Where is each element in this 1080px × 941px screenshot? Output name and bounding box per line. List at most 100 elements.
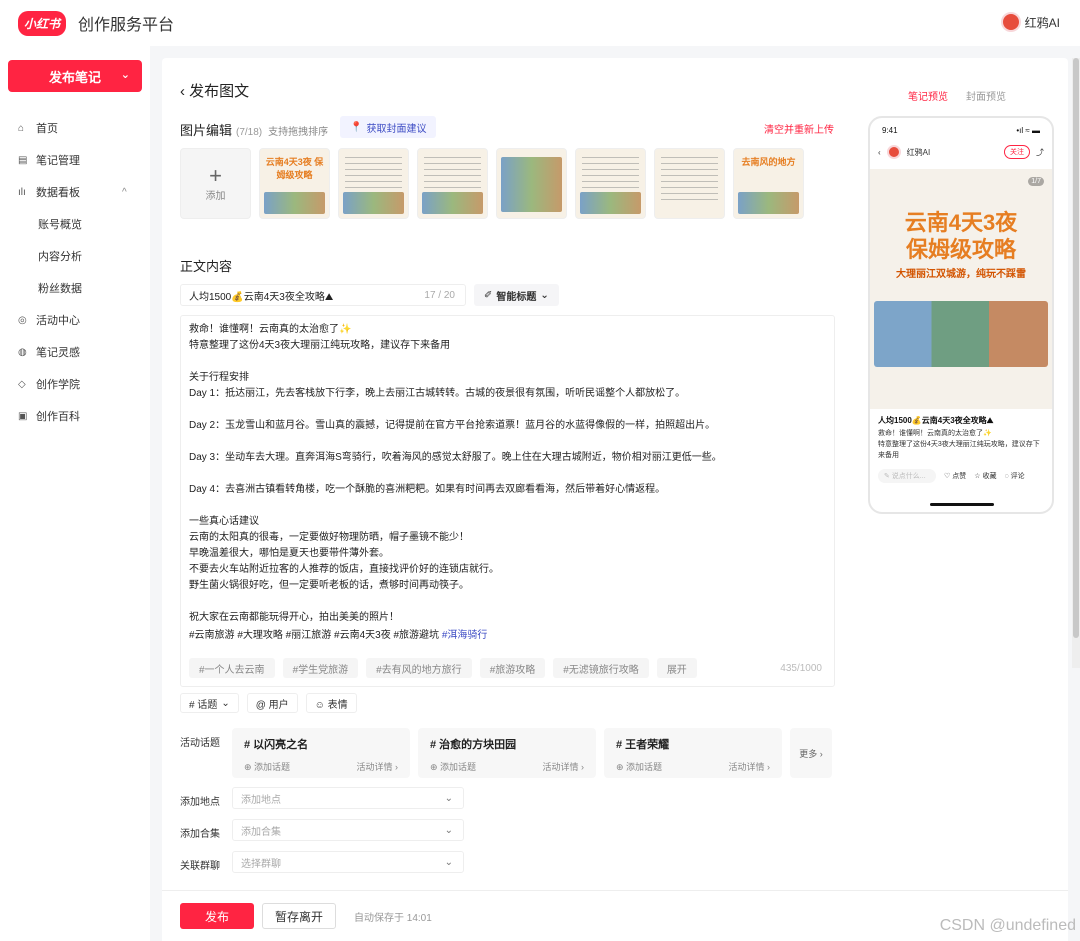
phone-account-name: 红鸦AI [906, 147, 931, 157]
chevron-left-icon: ‹ [180, 83, 190, 100]
sidebar-item-inspiration[interactable]: ◍ 笔记灵感 [0, 336, 150, 368]
back-button[interactable]: ‹ 发布图文 [180, 80, 249, 101]
sidebar-item-label: 笔记灵感 [36, 347, 80, 359]
publish-button[interactable]: 发布 [180, 903, 254, 929]
thumb-photo [738, 192, 799, 214]
tag-suggestion[interactable]: #学生党旅游 [282, 658, 359, 678]
publish-note-button[interactable]: 发布笔记 ⌄ [8, 60, 142, 92]
image-thumb[interactable]: 云南4天3夜 保姆级攻略 [259, 148, 330, 219]
sidebar-item-label: 内容分析 [38, 251, 82, 263]
location-label: 添加地点 [180, 797, 220, 808]
activity-detail-link[interactable]: 活动详情 › [543, 760, 585, 773]
add-label: 添加 [205, 191, 226, 202]
sidebar-item-label: 创作百科 [36, 411, 80, 423]
like-icon: ♡ 点赞 [944, 473, 967, 480]
chevron-down-icon[interactable]: ⌄ [121, 68, 130, 81]
sidebar-item-academy[interactable]: ◇ 创作学院 [0, 368, 150, 400]
phone-actions: ✎ 说点什么... ♡ 点赞 ☆ 收藏 ◌ 评论 [870, 467, 1052, 485]
thumb-title: 云南4天3夜 保姆级攻略 [265, 157, 324, 180]
sidebar-item-label: 首页 [36, 123, 58, 135]
sidebar-item-activities[interactable]: ◎ 活动中心 [0, 304, 150, 336]
sidebar-item-home[interactable]: ⌂ 首页 [0, 112, 150, 144]
sidebar-item-content-analysis[interactable]: 内容分析 [0, 240, 150, 272]
image-thumb[interactable] [417, 148, 488, 219]
note-icon: ▤ [18, 154, 28, 166]
smart-title-button[interactable]: ✐ 智能标题 ⌄ [474, 284, 559, 306]
add-topic-link[interactable]: ⊕ 添加话题 [430, 760, 476, 773]
tag-suggestion[interactable]: #去有风的地方旅行 [366, 658, 472, 678]
image-thumb[interactable] [496, 148, 567, 219]
drag-hint: 支持拖拽排序 [268, 127, 329, 138]
chevron-left-icon: ‹ [878, 147, 881, 157]
avatar [1000, 12, 1021, 32]
image-thumb[interactable] [338, 148, 409, 219]
hashtag-line: #云南旅游 #大理攻略 #丽江旅游 #云南4天3夜 #旅游避坑 #洱海骑行 [189, 628, 826, 644]
mention-user-button[interactable]: @ 用户 [246, 693, 298, 713]
activity-card[interactable]: # 以闪亮之名 ⊕ 添加话题 活动详情 › [232, 728, 410, 778]
phone-status-bar: 9:41 •ıl ≈ ▬ [870, 118, 1052, 135]
add-topic-link[interactable]: ⊕ 添加话题 [244, 760, 290, 773]
hashtag-highlight[interactable]: #洱海骑行 [442, 630, 488, 641]
scrollbar[interactable] [1072, 58, 1080, 668]
activity-card[interactable]: # 治愈的方块田园 ⊕ 添加话题 活动详情 › [418, 728, 596, 778]
sidebar-item-dashboard[interactable]: ılı 数据看板 ^ [0, 176, 150, 208]
xiaohongshu-logo[interactable]: 小红书 [18, 10, 67, 36]
activity-card[interactable]: # 王者荣耀 ⊕ 添加话题 活动详情 › [604, 728, 782, 778]
add-image-button[interactable]: + 添加 [180, 148, 251, 219]
more-activities-button[interactable]: 更多 › [790, 728, 832, 778]
sidebar-item-notes[interactable]: ▤ 笔记管理 [0, 144, 150, 176]
sidebar-item-label: 数据看板 [36, 187, 80, 199]
user-menu[interactable]: 红鸦AI [1000, 12, 1060, 32]
image-thumb[interactable]: 去南风的地方 [733, 148, 804, 219]
activity-title: # 王者荣耀 [616, 739, 670, 751]
tab-note-preview[interactable]: 笔记预览 [908, 88, 948, 103]
topic-label: # 话题 [189, 699, 218, 711]
collection-select[interactable]: 添加合集 ⌄ [232, 819, 464, 841]
footer-bar: 发布 暂存离开 自动保存于 14:01 [162, 890, 1068, 941]
thumb-photo [422, 192, 483, 214]
sidebar-item-account-overview[interactable]: 账号概览 [0, 208, 150, 240]
tab-cover-preview[interactable]: 封面预览 [966, 88, 1006, 103]
title-count: 17 / 20 [424, 289, 455, 301]
tag-suggestions: #一个人去云南 #学生党旅游 #去有风的地方旅行 #旅游攻略 #无滤镜旅行攻略 … [189, 658, 697, 678]
cover-suggest-button[interactable]: 📍 获取封面建议 [340, 116, 437, 138]
note-title-input[interactable]: 人均1500💰云南4天3夜全攻略⛰ 17 / 20 [180, 284, 466, 306]
collection-placeholder: 添加合集 [241, 826, 281, 838]
tag-suggestion[interactable]: #旅游攻略 [479, 658, 546, 678]
book-icon: ▣ [18, 410, 28, 422]
thumb-photo [580, 192, 641, 214]
expand-suggestions-button[interactable]: 展开 [656, 658, 697, 678]
top-bar: 小红书 创作服务平台 红鸦AI [0, 0, 1080, 46]
collection-label: 添加合集 [180, 829, 220, 840]
save-draft-button[interactable]: 暂存离开 [262, 903, 336, 929]
bulb-icon: ◍ [18, 346, 27, 358]
activity-detail-link[interactable]: 活动详情 › [729, 760, 771, 773]
cover-subtitle: 大理丽江双城游，纯玩不踩雷 [896, 269, 1026, 280]
image-thumb[interactable] [654, 148, 725, 219]
phone-cover-image: 1/7 云南4天3夜 保姆级攻略 大理丽江双城游，纯玩不踩雷 [870, 169, 1052, 409]
thumb-photo [264, 192, 325, 214]
emoji-button[interactable]: ☺ 表情 [305, 693, 357, 713]
topic-button[interactable]: # 话题 ⌄ [180, 693, 239, 713]
page-title: 发布图文 [189, 83, 250, 100]
group-chat-select[interactable]: 选择群聊 ⌄ [232, 851, 464, 873]
char-count: 435/1000 [780, 663, 822, 674]
image-thumb[interactable] [575, 148, 646, 219]
sidebar-item-wiki[interactable]: ▣ 创作百科 [0, 400, 150, 432]
sidebar-item-fans[interactable]: 粉丝数据 [0, 272, 150, 304]
activity-detail-link[interactable]: 活动详情 › [357, 760, 399, 773]
location-select[interactable]: 添加地点 ⌄ [232, 787, 464, 809]
thumb-title: 去南风的地方 [741, 157, 796, 167]
note-title-value: 人均1500💰云南4天3夜全攻略⛰ [189, 291, 334, 303]
thumb-photo [343, 192, 404, 214]
tag-suggestion[interactable]: #一个人去云南 [189, 658, 275, 678]
tag-suggestion[interactable]: #无滤镜旅行攻略 [553, 658, 649, 678]
add-topic-link[interactable]: ⊕ 添加话题 [616, 760, 662, 773]
phone-note-title: 人均1500💰云南4天3夜全攻略⛰ [878, 416, 994, 425]
scrollbar-thumb[interactable] [1073, 58, 1079, 638]
chevron-up-icon: ^ [122, 186, 127, 198]
main-panel: ‹ 发布图文 图片编辑 (7/18) 支持拖拽排序 📍 获取封面建议 清空并重新上传 … [162, 58, 1068, 940]
body-editor[interactable]: 救命！谁懂啊！云南真的太治愈了✨ 特意整理了这份4天3夜大理丽江纯玩攻略，建议存… [180, 315, 835, 687]
clear-reupload-link[interactable]: 清空并重新上传 [764, 121, 834, 136]
group-chat-label: 关联群聊 [180, 861, 220, 872]
